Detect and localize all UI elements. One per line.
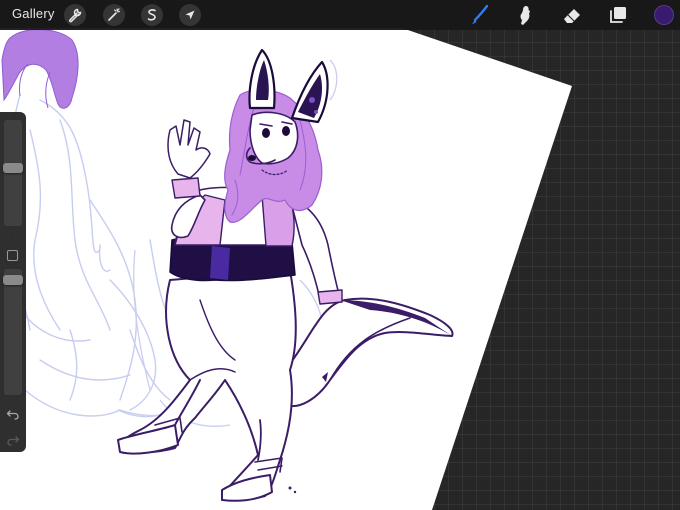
selection-s-icon xyxy=(147,9,156,21)
eraser-icon xyxy=(564,9,580,23)
color-picker-button[interactable] xyxy=(654,5,674,25)
selection-button[interactable] xyxy=(141,4,163,26)
smudge-tool[interactable] xyxy=(513,3,537,27)
redo-icon xyxy=(7,436,20,446)
layers-icon xyxy=(610,7,626,23)
drawing-canvas[interactable] xyxy=(0,0,680,510)
opacity-slider[interactable] xyxy=(3,269,23,395)
redo-button[interactable] xyxy=(6,432,20,446)
actions-button[interactable] xyxy=(64,4,86,26)
brush-size-slider[interactable] xyxy=(3,120,23,226)
undo-button[interactable] xyxy=(6,406,20,420)
brush-icon xyxy=(472,4,489,24)
transform-button[interactable] xyxy=(179,4,201,26)
eraser-tool[interactable] xyxy=(560,3,584,27)
wrench-icon xyxy=(69,8,82,23)
undo-icon xyxy=(6,410,19,420)
gallery-button[interactable]: Gallery xyxy=(12,6,55,21)
opacity-thumb[interactable] xyxy=(3,274,23,285)
magic-wand-icon xyxy=(108,8,121,21)
brush-tool[interactable] xyxy=(468,3,492,27)
cursor-arrow-icon xyxy=(185,10,195,20)
procreate-app: Gallery xyxy=(0,0,680,510)
adjustments-button[interactable] xyxy=(103,4,125,26)
modify-button[interactable] xyxy=(7,250,18,261)
brush-size-thumb[interactable] xyxy=(3,163,23,174)
top-toolbar: Gallery xyxy=(0,0,680,30)
smudge-icon xyxy=(520,6,530,25)
left-sidebar xyxy=(0,112,26,452)
layers-button[interactable] xyxy=(606,3,630,27)
